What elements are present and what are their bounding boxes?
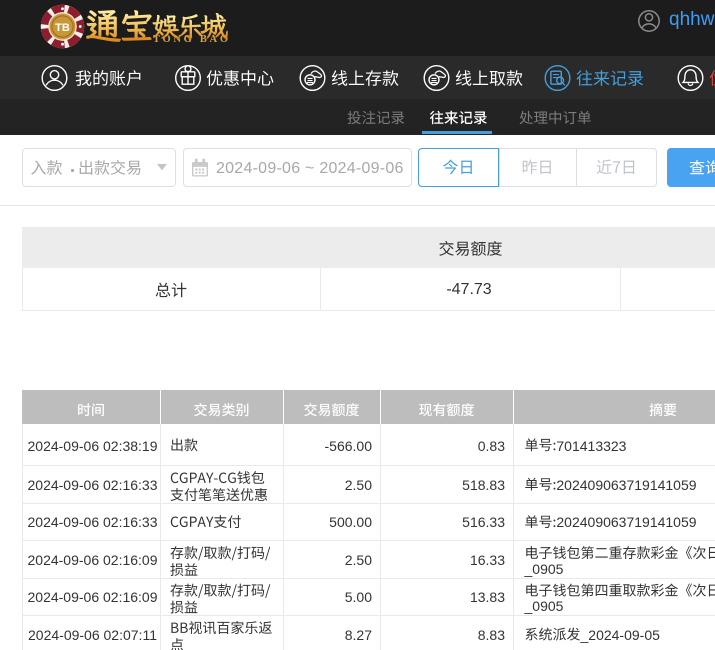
svg-text:TB: TB — [55, 22, 70, 34]
